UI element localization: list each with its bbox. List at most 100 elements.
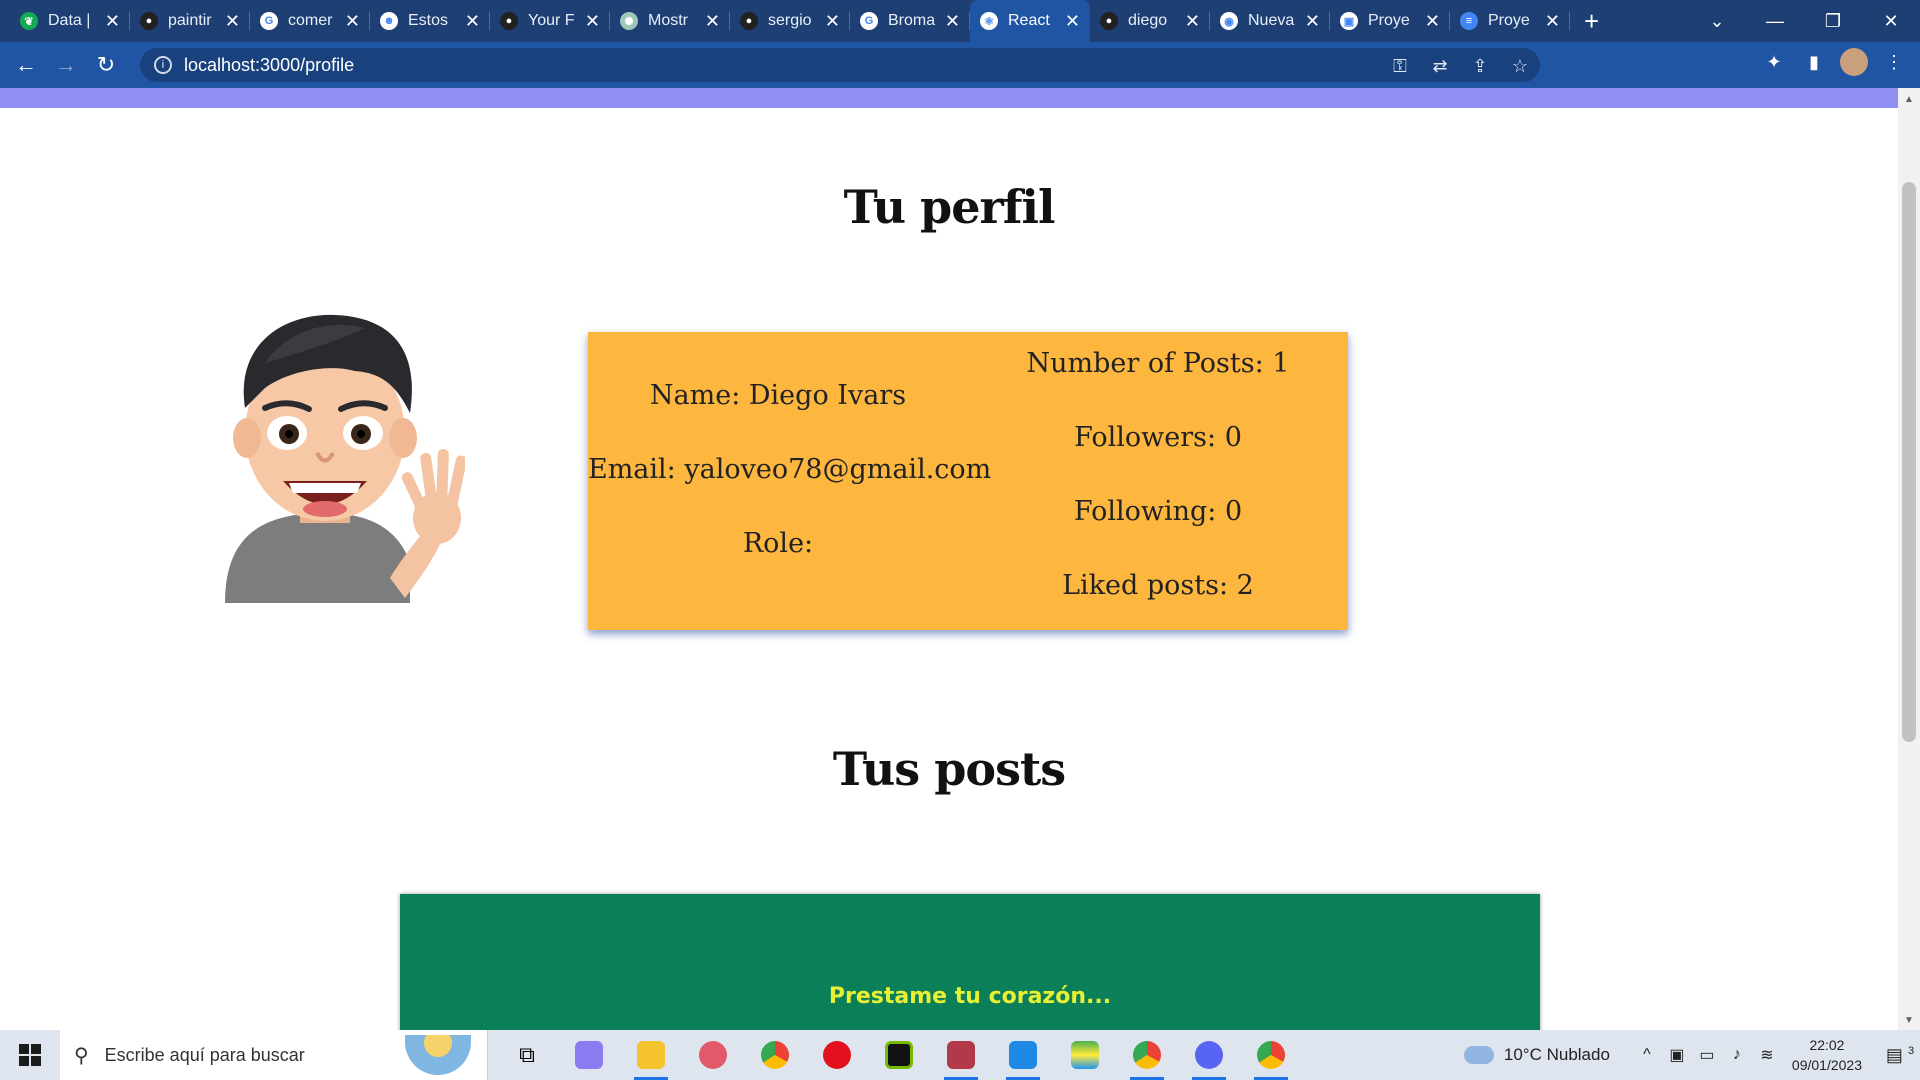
- tab-9[interactable]: ● diego ✕: [1090, 0, 1210, 42]
- close-tab-icon[interactable]: ✕: [1305, 11, 1320, 32]
- search-icon: ⚲: [74, 1044, 89, 1067]
- tab-search-icon[interactable]: ⌄: [1688, 11, 1746, 32]
- close-tab-icon[interactable]: ✕: [1545, 11, 1560, 32]
- folder-icon: [637, 1041, 665, 1069]
- close-tab-icon[interactable]: ✕: [345, 11, 360, 32]
- discord-button[interactable]: [1178, 1030, 1240, 1080]
- vscode-button[interactable]: [992, 1030, 1054, 1080]
- tab-2[interactable]: Gcomer ✕: [250, 0, 370, 42]
- tab-title[interactable]: Data |: [48, 12, 99, 30]
- weather-text[interactable]: 10°C Nublado: [1504, 1045, 1610, 1065]
- tab-title[interactable]: Estos: [408, 12, 459, 30]
- tab-title[interactable]: React: [1008, 12, 1059, 30]
- tab-1[interactable]: ● paintir ✕: [130, 0, 250, 42]
- page-content: Tu perfil Name: Diego Ivars Email: yalov…: [0, 88, 1898, 1030]
- tab-4[interactable]: ● Your F ✕: [490, 0, 610, 42]
- tab-title[interactable]: Proye: [1488, 12, 1539, 30]
- address-bar[interactable]: i localhost:3000/profile ⚿ ⇄ ⇪ ☆: [140, 48, 1540, 82]
- user-email: Email: yaloveo78@gmail.com: [588, 454, 992, 485]
- site-info-icon[interactable]: i: [154, 56, 172, 74]
- scroll-up-icon[interactable]: ▲: [1898, 94, 1920, 105]
- tab-title[interactable]: paintir: [168, 12, 219, 30]
- clock-date[interactable]: 09/01/2023: [1792, 1055, 1862, 1075]
- start-button[interactable]: [0, 1030, 60, 1080]
- pinned-apps: ⧉: [496, 1030, 1302, 1080]
- close-tab-icon[interactable]: ✕: [1185, 11, 1200, 32]
- tab-title[interactable]: Mostr: [648, 12, 699, 30]
- tab-title[interactable]: Broma: [888, 12, 939, 30]
- back-icon[interactable]: ←: [6, 52, 46, 78]
- volume-icon[interactable]: ♪: [1722, 1046, 1752, 1064]
- tab-8[interactable]: ⚛ React ✕: [970, 0, 1090, 42]
- url-text[interactable]: localhost:3000/profile: [184, 55, 354, 76]
- reload-icon[interactable]: ↻: [86, 52, 126, 78]
- close-window-icon[interactable]: ✕: [1862, 11, 1920, 32]
- close-tab-icon[interactable]: ✕: [1425, 11, 1440, 32]
- extensions-icon[interactable]: ✦: [1754, 52, 1794, 73]
- tab-10[interactable]: ◉ Nueva ✕: [1210, 0, 1330, 42]
- side-panel-icon[interactable]: ▮: [1794, 52, 1834, 73]
- file-explorer-button[interactable]: [620, 1030, 682, 1080]
- close-tab-icon[interactable]: ✕: [225, 11, 240, 32]
- snipping-tool-button[interactable]: [682, 1030, 744, 1080]
- close-tab-icon[interactable]: ✕: [465, 11, 480, 32]
- tab-5[interactable]: ✺ Mostr ✕: [610, 0, 730, 42]
- chrome-second-button[interactable]: [1240, 1030, 1302, 1080]
- post-card[interactable]: Prestame tu corazón...: [400, 894, 1540, 1030]
- user-avatar-image: [225, 314, 465, 603]
- clock[interactable]: 22:02 09/01/2023: [1792, 1035, 1862, 1075]
- tab-title[interactable]: Nueva: [1248, 12, 1299, 30]
- tab-title[interactable]: diego: [1128, 12, 1179, 30]
- menu-icon[interactable]: ⋮: [1874, 52, 1914, 73]
- profile-avatar-icon[interactable]: [1840, 48, 1868, 76]
- opera-button[interactable]: [806, 1030, 868, 1080]
- nvidia-button[interactable]: [868, 1030, 930, 1080]
- share-icon[interactable]: ⇪: [1460, 56, 1500, 77]
- chrome-button[interactable]: [744, 1030, 806, 1080]
- scroll-down-icon[interactable]: ▼: [1898, 1015, 1920, 1026]
- post-title[interactable]: Prestame tu corazón...: [400, 984, 1540, 1009]
- window-controls: ⌄ — ❐ ✕: [1688, 0, 1920, 42]
- meet-icon[interactable]: ▣: [1662, 1045, 1692, 1065]
- forward-icon[interactable]: →: [46, 52, 86, 78]
- battery-icon[interactable]: ▭: [1692, 1045, 1722, 1065]
- tab-0[interactable]: ❦ Data | ✕: [10, 0, 130, 42]
- close-tab-icon[interactable]: ✕: [105, 11, 120, 32]
- task-view-button[interactable]: ⧉: [496, 1030, 558, 1080]
- game-app-button[interactable]: [558, 1030, 620, 1080]
- profile-info-left: Name: Diego Ivars Email: yaloveo78@gmail…: [588, 332, 992, 630]
- restore-icon[interactable]: ❐: [1804, 11, 1862, 32]
- clock-time[interactable]: 22:02: [1792, 1035, 1862, 1055]
- notification-center-button[interactable]: ▤ 3: [1880, 1045, 1920, 1066]
- close-tab-icon[interactable]: ✕: [945, 11, 960, 32]
- new-tab-icon[interactable]: +: [1584, 6, 1599, 37]
- posts-title: Tus posts: [832, 742, 1066, 796]
- tab-12[interactable]: ≡ Proye ✕: [1450, 0, 1570, 42]
- key-icon[interactable]: ⚿: [1380, 56, 1420, 77]
- taskbar-search[interactable]: ⚲ Escribe aquí para buscar: [60, 1030, 488, 1080]
- close-tab-icon[interactable]: ✕: [705, 11, 720, 32]
- editor-app-button[interactable]: [930, 1030, 992, 1080]
- tab-title[interactable]: Proye: [1368, 12, 1419, 30]
- tab-3[interactable]: ☻ Estos ✕: [370, 0, 490, 42]
- tab-11[interactable]: ▣ Proye ✕: [1330, 0, 1450, 42]
- translate-icon[interactable]: ⇄: [1420, 56, 1460, 77]
- chrome-profile-button[interactable]: [1116, 1030, 1178, 1080]
- close-tab-icon[interactable]: ✕: [825, 11, 840, 32]
- bluestacks-button[interactable]: [1054, 1030, 1116, 1080]
- page-scrollbar[interactable]: ▲ ▼: [1898, 88, 1920, 1030]
- tab-7[interactable]: G Broma ✕: [850, 0, 970, 42]
- wifi-icon[interactable]: ≋: [1752, 1045, 1782, 1065]
- close-tab-icon[interactable]: ✕: [1065, 11, 1080, 32]
- tab-6[interactable]: ● sergio ✕: [730, 0, 850, 42]
- scrollbar-thumb[interactable]: [1902, 182, 1916, 742]
- tab-title[interactable]: comer: [288, 12, 339, 30]
- bookmark-star-icon[interactable]: ☆: [1500, 56, 1540, 77]
- minimize-icon[interactable]: —: [1746, 11, 1804, 32]
- weather-widget[interactable]: 10°C Nublado: [1463, 1045, 1610, 1065]
- search-placeholder[interactable]: Escribe aquí para buscar: [105, 1045, 405, 1066]
- tab-title[interactable]: Your F: [528, 12, 579, 30]
- tab-title[interactable]: sergio: [768, 12, 819, 30]
- close-tab-icon[interactable]: ✕: [585, 11, 600, 32]
- chevron-up-icon[interactable]: ^: [1632, 1046, 1662, 1064]
